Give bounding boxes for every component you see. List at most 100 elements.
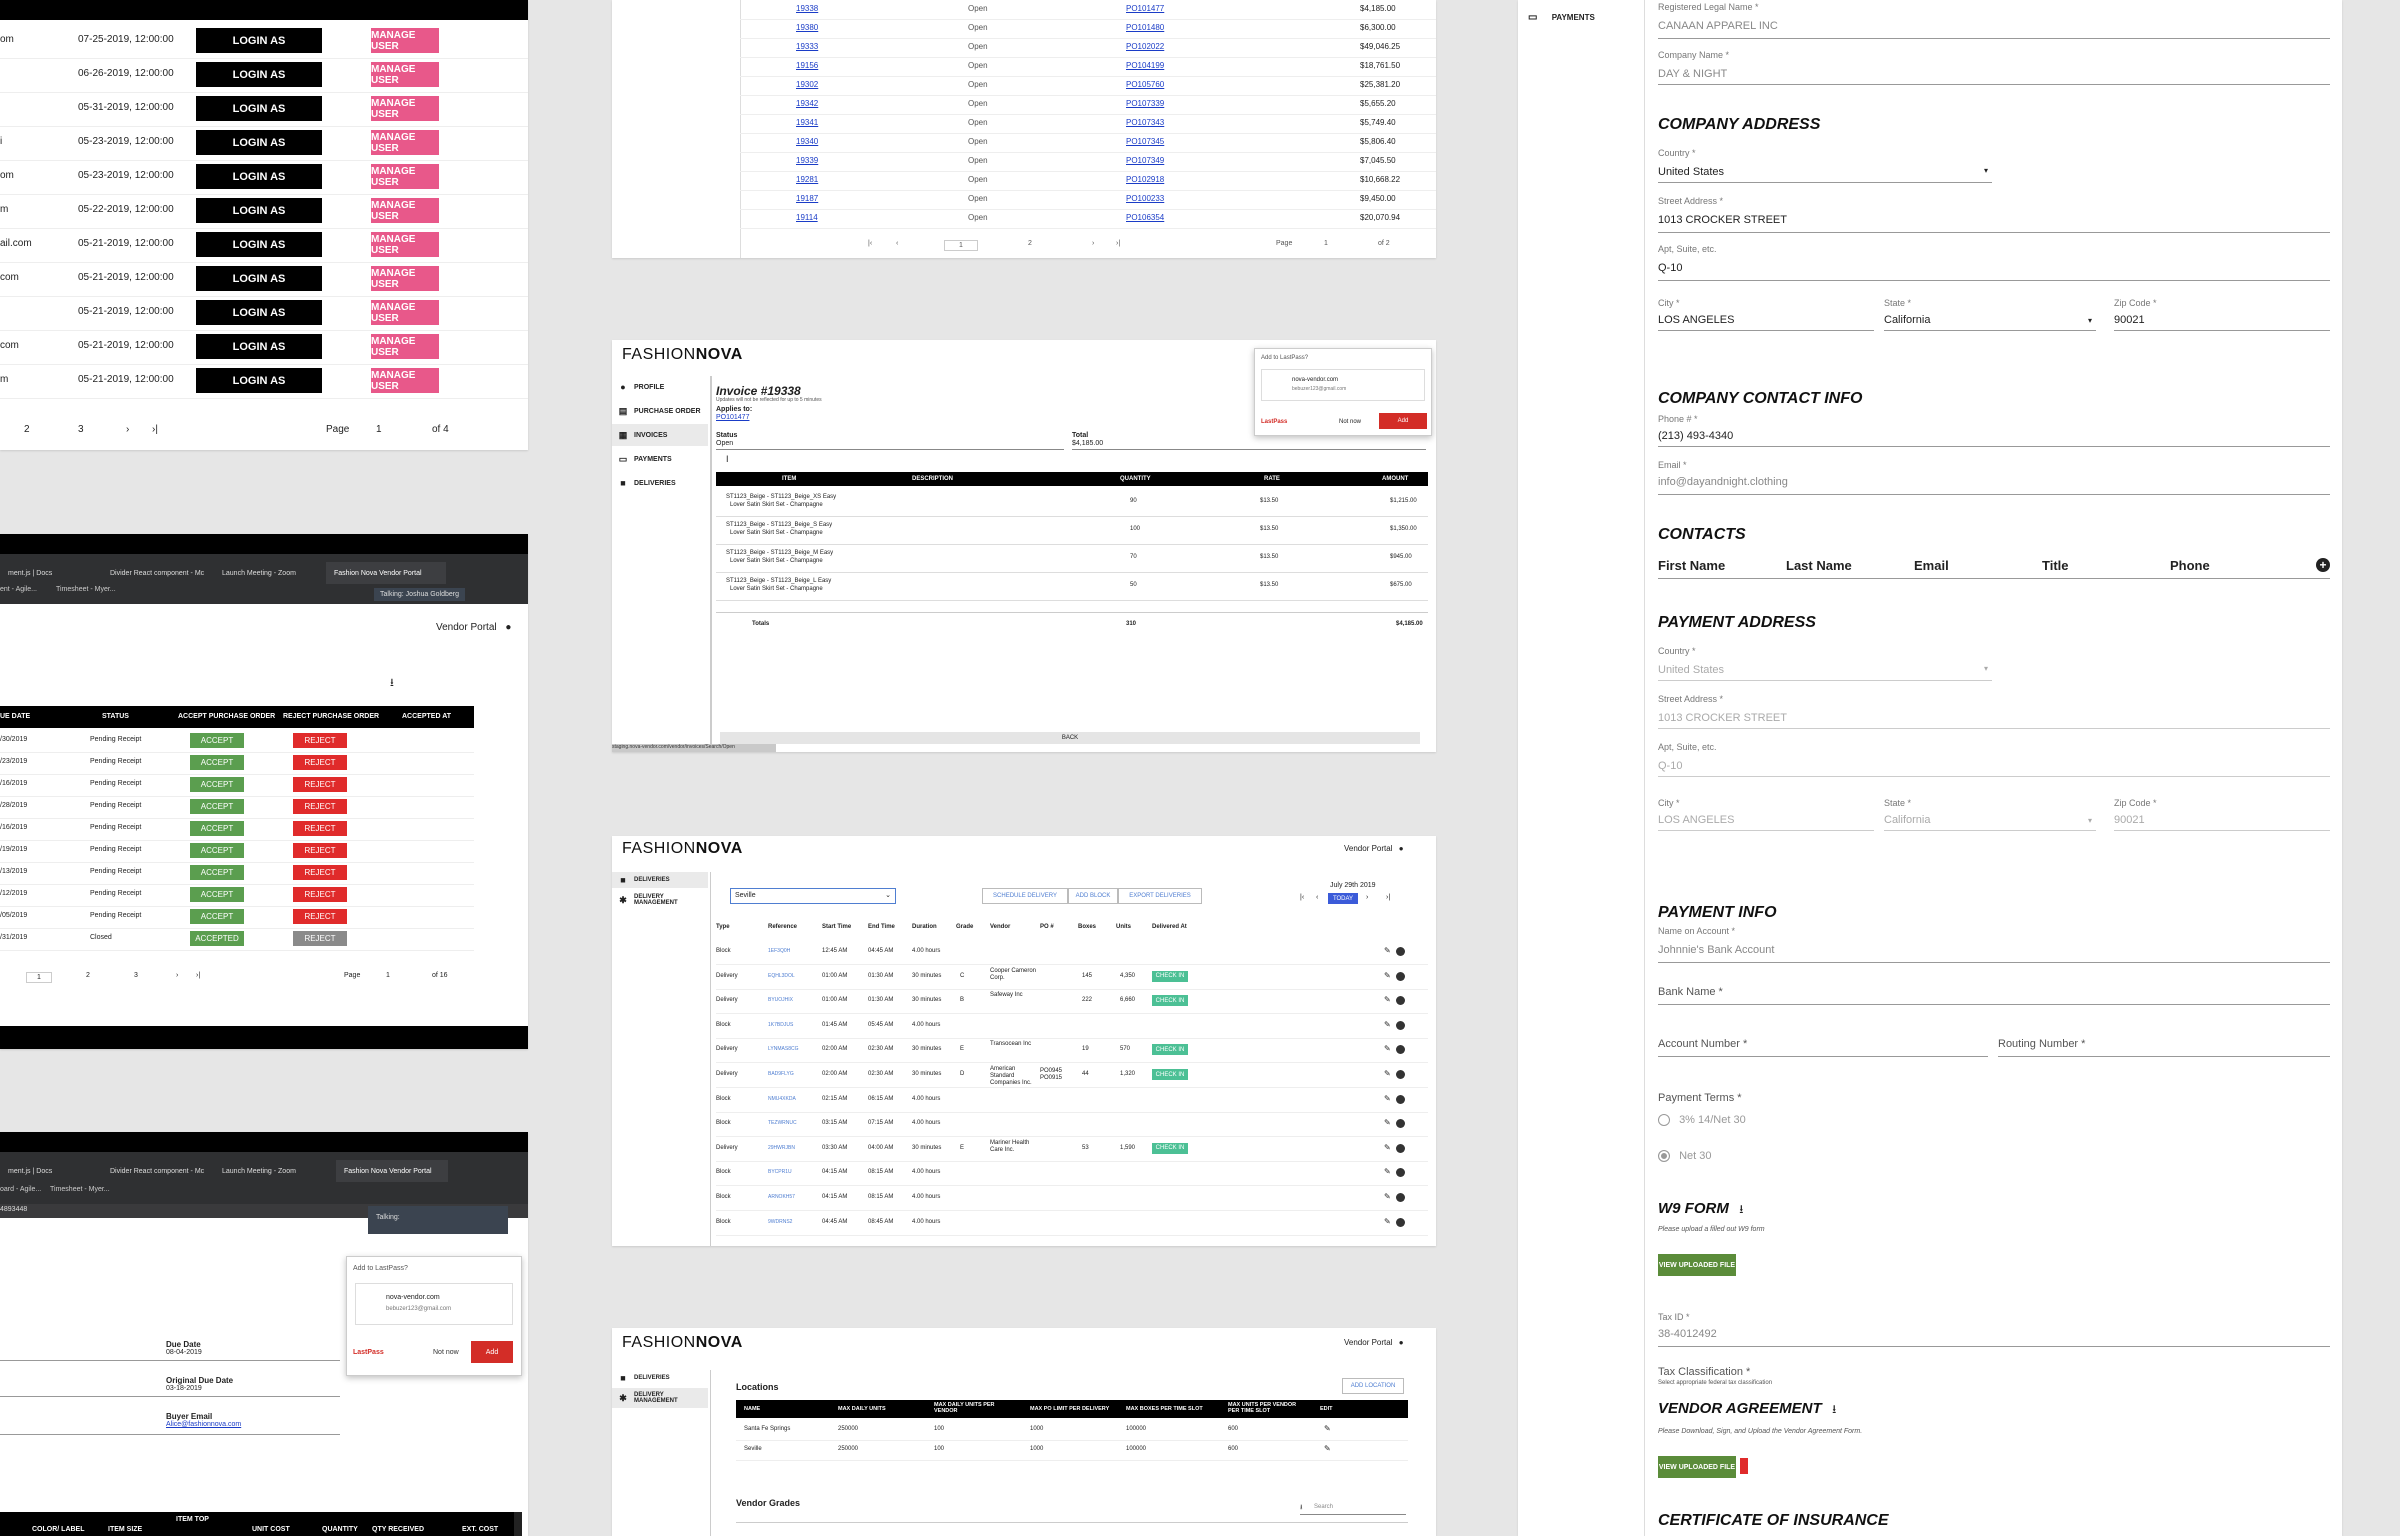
reference-link[interactable]: 9WDRNS2 [768,1219,792,1225]
pay-street-input[interactable]: 1013 CROCKER STREET [1658,712,1787,724]
delete-icon[interactable] [1396,1217,1405,1227]
lastpass-not-now-button[interactable]: Not now [433,1349,459,1356]
pay-city-input[interactable]: LOS ANGELES [1658,814,1734,826]
applies-po-link[interactable]: PO101477 [716,414,749,421]
fashion-nova-logo[interactable]: FASHIONNOVA [622,840,743,858]
vendor-portal-link[interactable]: Vendor Portal ● [436,622,511,633]
manage-user-button[interactable]: MANAGE USER [371,62,439,87]
invoice-id-link[interactable]: 19114 [796,213,818,222]
reference-link[interactable]: 29HWRJBN [768,1145,795,1151]
tab-divider[interactable]: Divider React component - Mc [102,1160,212,1182]
delete-icon[interactable] [1396,971,1405,981]
page-2-link[interactable]: 2 [24,424,30,435]
street-input[interactable]: 1013 CROCKER STREET [1658,214,1787,226]
reject-button[interactable]: REJECT [293,843,347,858]
vendor-portal-link[interactable]: Vendor Portal ● [1344,844,1404,853]
accept-button[interactable]: ACCEPT [190,909,244,924]
reference-link[interactable]: BYCPR1U [768,1169,792,1175]
next-page-button[interactable]: › [1092,240,1094,247]
reject-button[interactable]: REJECT [293,733,347,748]
routing-number-line[interactable] [1998,1056,2330,1057]
delete-icon[interactable] [1396,947,1405,956]
next-day-icon[interactable]: › [1366,894,1368,901]
accept-button[interactable]: ACCEPTED [190,931,244,946]
edit-icon[interactable]: ✎ [1384,971,1391,980]
accept-button[interactable]: ACCEPT [190,843,244,858]
delete-icon[interactable] [1396,996,1405,1006]
po-link[interactable]: PO107345 [1126,137,1164,146]
manage-user-button[interactable]: MANAGE USER [371,232,439,257]
edit-icon[interactable]: ✎ [1324,1424,1331,1433]
pay-country-select[interactable]: United States [1658,664,1724,676]
account-name-input[interactable]: Johnnie's Bank Account [1658,944,1774,956]
trash-icon[interactable] [1740,1458,1748,1474]
po-link[interactable]: PO101480 [1126,23,1164,32]
bookmark-timesheet[interactable]: Timesheet - Myer... [50,1186,110,1193]
po-link[interactable]: PO105760 [1126,80,1164,89]
invoice-id-link[interactable]: 19302 [796,80,818,89]
grades-search[interactable]: ⭳ Search [1300,1502,1406,1515]
manage-user-button[interactable]: MANAGE USER [371,28,439,53]
login-as-button[interactable]: LOGIN AS [196,300,322,325]
city-input[interactable]: LOS ANGELES [1658,314,1734,326]
bookmark-agile[interactable]: ent - Agile... [0,586,37,593]
invoice-id-link[interactable]: 19380 [796,23,818,32]
tab-docs[interactable]: ment.js | Docs [0,1160,100,1182]
registered-name-input[interactable]: CANAAN APPAREL INC [1658,20,1778,32]
tab-vendor-portal[interactable]: Fashion Nova Vendor Portal [336,1160,448,1182]
reference-link[interactable]: BYUOJHIX [768,997,793,1003]
state-select[interactable]: California [1884,314,1930,326]
tab-divider[interactable]: Divider React component - Mc [102,562,212,584]
last-day-icon[interactable]: ›| [1386,894,1390,901]
page-select[interactable]: 1 [376,424,382,435]
buyer-email-link[interactable]: Alice@fashionnova.com [166,1421,241,1428]
accept-button[interactable]: ACCEPT [190,777,244,792]
lastpass-not-now-button[interactable]: Not now [1339,419,1361,425]
add-location-button[interactable]: ADD LOCATION [1342,1378,1404,1394]
export-deliveries-button[interactable]: EXPORT DELIVERIES [1118,888,1202,904]
apt-input[interactable]: Q-10 [1658,262,1682,274]
page-1-link[interactable]: 1 [26,972,52,983]
bank-name-line[interactable] [1658,1004,2330,1005]
login-as-button[interactable]: LOGIN AS [196,232,322,257]
country-select[interactable]: United States [1658,166,1724,178]
lastpass-site-box[interactable]: nova-vendor.com bebuzer123@gmail.com [355,1283,513,1325]
check-in-button[interactable]: CHECK IN [1152,1142,1188,1154]
tab-vendor-portal[interactable]: Fashion Nova Vendor Portal [326,562,446,584]
manage-user-button[interactable]: MANAGE USER [371,368,439,393]
fashion-nova-logo[interactable]: FASHIONNOVA [622,346,743,364]
reference-link[interactable]: 1K7BDJUS [768,1022,793,1028]
schedule-delivery-button[interactable]: SCHEDULE DELIVERY [982,888,1068,904]
sidebar-item-deliveries[interactable]: ■ DELIVERIES [612,872,708,888]
manage-user-button[interactable]: MANAGE USER [371,96,439,121]
accept-button[interactable]: ACCEPT [190,733,244,748]
reference-link[interactable]: LYNMAS8CG [768,1046,798,1052]
last-page-button[interactable]: ›| [152,424,158,435]
bookmark-agile[interactable]: oard - Agile... [0,1186,41,1193]
login-as-button[interactable]: LOGIN AS [196,28,322,53]
edit-icon[interactable]: ✎ [1384,1118,1391,1127]
login-as-button[interactable]: LOGIN AS [196,164,322,189]
download-icon[interactable]: ⭳ [390,674,394,693]
back-button[interactable]: BACK [720,732,1420,744]
po-link[interactable]: PO107343 [1126,118,1164,127]
login-as-button[interactable]: LOGIN AS [196,130,322,155]
reference-link[interactable]: EQHL3DOL [768,973,795,979]
delete-icon[interactable] [1396,1070,1405,1079]
login-as-button[interactable]: LOGIN AS [196,266,322,291]
fashion-nova-logo[interactable]: FASHIONNOVA [622,1334,743,1352]
add-block-button[interactable]: ADD BLOCK [1068,888,1118,904]
email-input[interactable]: info@dayandnight.clothing [1658,476,1788,488]
invoice-id-link[interactable]: 19338 [796,4,818,13]
delete-icon[interactable] [1396,1020,1405,1030]
edit-icon[interactable]: ✎ [1384,1094,1391,1103]
po-link[interactable]: PO100233 [1126,194,1164,203]
invoice-id-link[interactable]: 19341 [796,118,818,127]
manage-user-button[interactable]: MANAGE USER [371,130,439,155]
check-in-button[interactable]: CHECK IN [1152,1069,1188,1080]
manage-user-button[interactable]: MANAGE USER [371,300,439,325]
pay-apt-input[interactable]: Q-10 [1658,760,1682,772]
reference-link[interactable]: BAD9FLYG [768,1071,794,1077]
prev-day-icon[interactable]: ‹ [1316,894,1318,901]
page-select[interactable]: 1 [1324,240,1328,247]
